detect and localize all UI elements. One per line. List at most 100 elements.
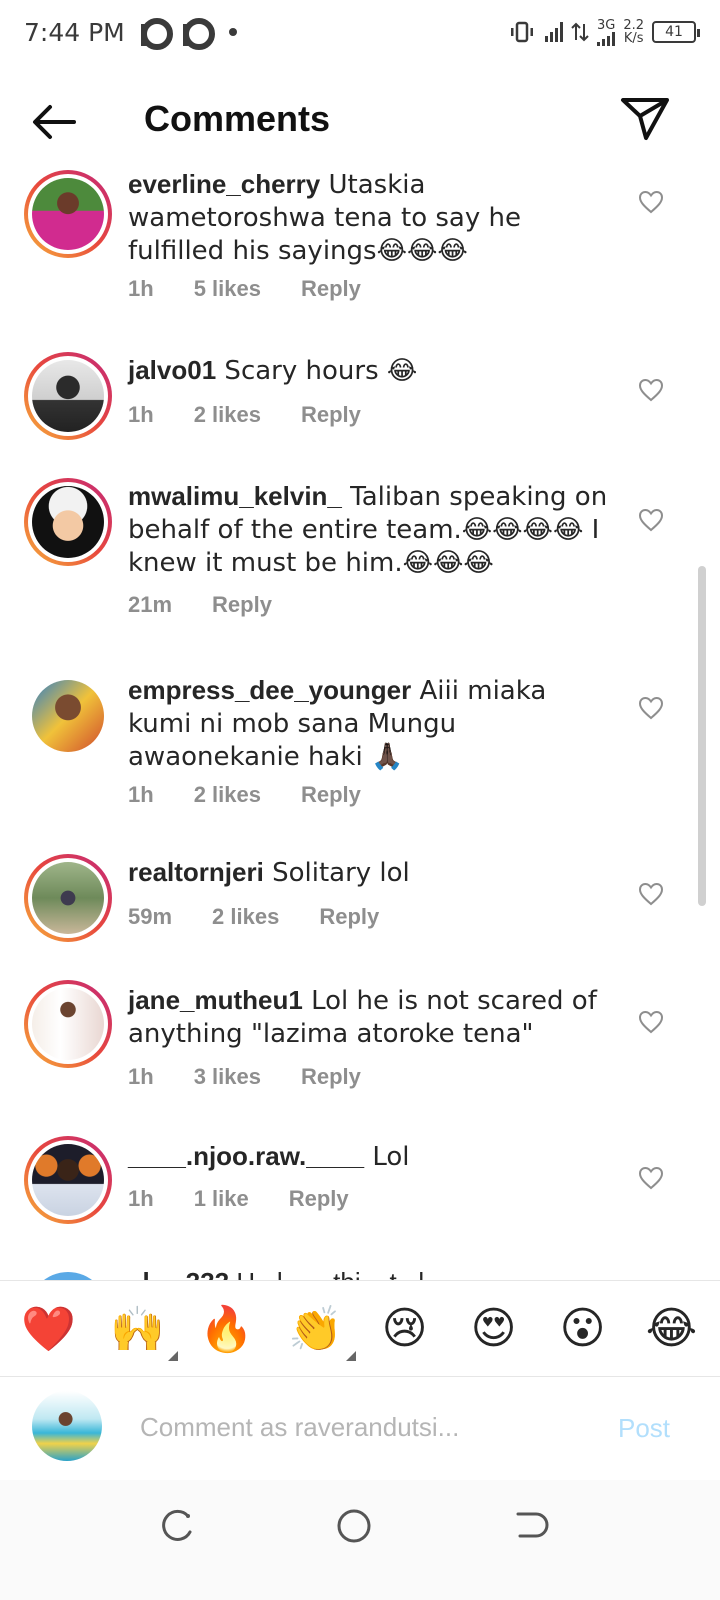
status-time: 7:44 PM <box>24 17 125 47</box>
comment-username[interactable]: empress_dee_younger <box>128 675 411 705</box>
heart-icon[interactable] <box>638 508 664 532</box>
net-speed: 2.2 K/s <box>623 19 644 45</box>
status-notification-icons <box>139 18 237 50</box>
signal-icon <box>544 22 563 42</box>
skin-tone-indicator-icon <box>345 1350 356 1361</box>
comment-username[interactable]: mwalimu_kelvin_ <box>128 481 342 511</box>
comment-text: Scary hours 😂 <box>216 356 418 386</box>
comment-body: ____.njoo.raw.____ Lol <box>128 1140 612 1173</box>
fire-emoji-button[interactable]: 🔥 <box>197 1299 257 1359</box>
comment-meta: 1h 2 likes Reply <box>128 782 361 808</box>
network-indicator: 3G <box>597 19 615 46</box>
battery-level: 41 <box>665 24 683 40</box>
scrollbar[interactable] <box>698 566 706 906</box>
comment-likes[interactable]: 2 likes <box>212 904 279 930</box>
comment-meta: 1h 1 like Reply <box>128 1186 349 1212</box>
comment-item: jane_mutheu1 Lol he is not scared of any… <box>0 980 720 1130</box>
avatar[interactable] <box>24 478 112 566</box>
quick-reactions-bar: ❤️ 🙌 🔥 👏 😢 😍 😮 😂 <box>0 1280 720 1376</box>
avatar[interactable] <box>24 672 112 760</box>
comment-item: jalvo01 Scary hours 😂 1h 2 likes Reply <box>0 348 720 468</box>
comment-item: realtornjeri Solitary lol 59m 2 likes Re… <box>0 854 720 974</box>
comment-body: jane_mutheu1 Lol he is not scared of any… <box>128 984 612 1050</box>
home-icon[interactable] <box>334 1506 374 1546</box>
comment-likes[interactable]: 3 likes <box>194 1064 261 1090</box>
heart-icon[interactable] <box>638 882 664 906</box>
avatar[interactable] <box>24 352 112 440</box>
comment-meta: 1h 3 likes Reply <box>128 1064 361 1090</box>
comment-likes[interactable]: 2 likes <box>194 402 261 428</box>
comment-likes[interactable]: 1 like <box>194 1186 249 1212</box>
comment-body: jalvo01 Scary hours 😂 <box>128 354 612 387</box>
comment-time: 59m <box>128 904 173 929</box>
comment-time: 1h <box>128 1064 154 1089</box>
crying-face-emoji-button[interactable]: 😢 <box>375 1299 435 1359</box>
status-bar: 7:44 PM 3G 2.2 K/s 41 <box>0 0 720 64</box>
reply-button[interactable]: Reply <box>212 592 272 618</box>
reply-button[interactable]: Reply <box>301 1064 361 1090</box>
avatar[interactable] <box>24 980 112 1068</box>
post-button[interactable]: Post <box>618 1413 670 1444</box>
comment-meta: 59m 2 likes Reply <box>128 904 379 930</box>
comment-text: Solitary lol <box>263 858 410 888</box>
recent-apps-icon[interactable] <box>158 1506 198 1546</box>
comment-body: mwalimu_kelvin_ Taliban speaking on beha… <box>128 480 612 579</box>
arrow-left-icon[interactable] <box>30 102 78 142</box>
comment-time: 1h <box>128 782 154 807</box>
paper-plane-icon[interactable] <box>620 96 670 142</box>
comment-input[interactable] <box>140 1405 580 1449</box>
comment-meta: 1h 2 likes Reply <box>128 402 361 428</box>
back-nav-icon[interactable] <box>510 1506 550 1546</box>
heart-icon[interactable] <box>638 378 664 402</box>
avatar[interactable] <box>24 854 112 942</box>
heart-icon[interactable] <box>638 696 664 720</box>
reply-button[interactable]: Reply <box>301 276 361 302</box>
page-title: Comments <box>144 98 331 139</box>
comment-likes[interactable]: 2 likes <box>194 782 261 808</box>
clapping-hands-emoji-button[interactable]: 👏 <box>286 1299 356 1361</box>
surprised-face-emoji-button[interactable]: 😮 <box>553 1299 613 1359</box>
comment-time: 1h <box>128 276 154 301</box>
raising-hands-emoji-button[interactable]: 🙌 <box>108 1299 178 1361</box>
comment-body: everline_cherry Utaskia wametoroshwa ten… <box>128 168 612 267</box>
avatar[interactable] <box>24 1136 112 1224</box>
reply-button[interactable]: Reply <box>319 904 379 930</box>
comment-username[interactable]: jane_mutheu1 <box>128 985 303 1015</box>
comment-item: everline_cherry Utaskia wametoroshwa ten… <box>0 162 720 342</box>
comment-username[interactable]: ____.njoo.raw.____ <box>128 1141 364 1171</box>
comment-body: realtornjeri Solitary lol <box>128 856 612 889</box>
reply-button[interactable]: Reply <box>289 1186 349 1212</box>
comment-likes[interactable]: 5 likes <box>194 276 261 302</box>
heart-icon[interactable] <box>638 1166 664 1190</box>
red-heart-emoji-button[interactable]: ❤️ <box>19 1299 79 1359</box>
net-speed-unit: K/s <box>623 31 644 46</box>
skin-tone-indicator-icon <box>167 1350 178 1361</box>
status-indicators: 3G 2.2 K/s 41 <box>507 19 700 46</box>
heart-icon[interactable] <box>638 190 664 214</box>
avatar[interactable] <box>24 1268 112 1280</box>
comment-username[interactable]: ..l.....333 <box>128 1267 229 1280</box>
comment-meta: 21m Reply <box>128 592 272 618</box>
data-transfer-icon <box>571 22 589 42</box>
tears-of-joy-emoji-button[interactable]: 😂 <box>642 1299 702 1359</box>
comment-body: ..l.....333 H...l.......thi....t...l <box>128 1266 612 1280</box>
comment-username[interactable]: realtornjeri <box>128 857 264 887</box>
battery-icon: 41 <box>652 21 700 43</box>
current-user-avatar <box>32 1391 102 1461</box>
comment-item: mwalimu_kelvin_ Taliban speaking on beha… <box>0 478 720 658</box>
reply-button[interactable]: Reply <box>301 402 361 428</box>
system-nav-bar <box>0 1480 720 1600</box>
comment-item: ____.njoo.raw.____ Lol 1h 1 like Reply <box>0 1136 720 1256</box>
vibrate-icon <box>510 21 533 43</box>
reply-button[interactable]: Reply <box>301 782 361 808</box>
comments-header: Comments <box>0 80 720 162</box>
heart-icon[interactable] <box>638 1010 664 1034</box>
avatar[interactable] <box>24 170 112 258</box>
comment-username[interactable]: everline_cherry <box>128 169 320 199</box>
comment-username[interactable]: jalvo01 <box>128 355 216 385</box>
signal-icon-2 <box>597 31 616 46</box>
heart-eyes-emoji-button[interactable]: 😍 <box>464 1299 524 1359</box>
more-notifications-dot-icon <box>228 28 237 36</box>
comment-time: 1h <box>128 402 154 427</box>
comments-list[interactable]: everline_cherry Utaskia wametoroshwa ten… <box>0 162 720 1280</box>
